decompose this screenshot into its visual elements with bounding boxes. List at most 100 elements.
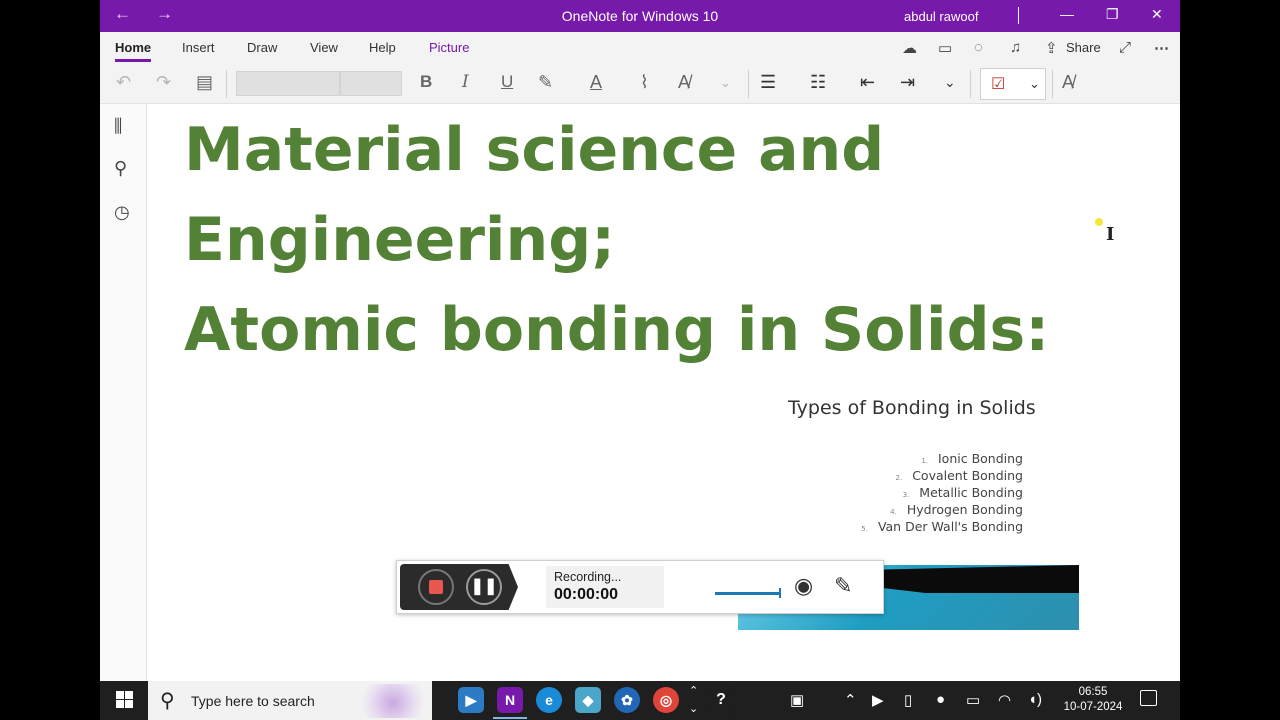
search-icon[interactable]: ⚲ bbox=[114, 158, 127, 179]
underline-icon[interactable]: U bbox=[501, 72, 513, 92]
more-chevron-icon[interactable]: ⌄ bbox=[944, 74, 956, 91]
recording-status-panel: Recording... 00:00:00 bbox=[546, 566, 664, 608]
search-placeholder: Type here to search bbox=[191, 693, 315, 709]
slide-list-item: 5. Van Der Wall's Bonding bbox=[861, 519, 1023, 534]
toolbar-divider bbox=[1052, 70, 1053, 98]
spell-check-icon[interactable]: A̸ bbox=[1062, 72, 1074, 93]
minimize-button[interactable]: — bbox=[1060, 6, 1074, 22]
slide-list-item: 1. Ionic Bonding bbox=[921, 451, 1023, 466]
slide-title: Types of Bonding in Solids bbox=[788, 397, 1036, 419]
clock-date: 10-07-2024 bbox=[1063, 701, 1123, 713]
notebooks-icon[interactable]: ⫼ bbox=[114, 116, 122, 137]
bell-icon[interactable]: ♫ bbox=[1010, 39, 1021, 56]
heading-line-2[interactable]: Engineering; bbox=[184, 205, 615, 275]
audio-level-slider[interactable] bbox=[715, 588, 781, 598]
taskbar-clock[interactable]: 06:55 10-07-2024 bbox=[1058, 685, 1128, 715]
taskbar: ⚲ Type here to search ▶ N e ◆ ✿ ◎ ⌃ ⌄ ? ▣… bbox=[100, 681, 1180, 720]
decrease-indent-icon[interactable]: ⇤ bbox=[860, 72, 875, 93]
wifi-icon[interactable]: ◠ bbox=[998, 691, 1011, 709]
heading-line-3[interactable]: Atomic bonding in Solids: bbox=[184, 295, 1049, 365]
navigation-rail: ⫼ ⚲ ◷ bbox=[100, 104, 147, 681]
pencil-icon[interactable]: ✎ bbox=[834, 573, 852, 599]
recording-status: Recording... bbox=[554, 570, 622, 584]
ribbon-tabs: Home Insert Draw View Help Picture ☁ ▭ ◌… bbox=[100, 32, 1180, 64]
font-color-icon[interactable]: A bbox=[590, 72, 602, 93]
font-family-select[interactable] bbox=[236, 71, 340, 96]
font-size-select[interactable] bbox=[340, 71, 402, 96]
share-icon[interactable]: ⇪ bbox=[1045, 39, 1058, 57]
search-highlight-image bbox=[358, 684, 428, 718]
recorder-controls: ❚❚ bbox=[400, 564, 518, 610]
notification-center-icon[interactable] bbox=[1140, 690, 1157, 706]
news-icon[interactable]: ▣ bbox=[790, 691, 804, 709]
more-options-icon[interactable]: ⋯ bbox=[1154, 39, 1169, 57]
screen-recorder-bar: ❚❚ Recording... 00:00:00 ◉ ✎ bbox=[396, 560, 884, 614]
close-button[interactable]: ✕ bbox=[1151, 6, 1163, 23]
onenote-app-icon[interactable]: N bbox=[493, 687, 527, 719]
tab-picture[interactable]: Picture bbox=[429, 40, 469, 55]
fullscreen-icon[interactable]: ⤢ bbox=[1119, 39, 1131, 56]
chrome-app-icon[interactable]: ◎ bbox=[653, 687, 679, 713]
notes-icon[interactable]: ▭ bbox=[938, 39, 952, 57]
redo-icon[interactable]: ↷ bbox=[156, 72, 171, 93]
restore-button[interactable]: ❐ bbox=[1106, 6, 1119, 23]
webcam-icon[interactable]: ◉ bbox=[794, 573, 813, 599]
taskbar-search-box[interactable]: ⚲ Type here to search bbox=[148, 681, 432, 720]
meet-tray-icon[interactable]: ▶ bbox=[872, 691, 884, 709]
onenote-window: ← → OneNote for Windows 10 abdul rawoof … bbox=[100, 0, 1180, 681]
toolbar-divider bbox=[970, 70, 971, 98]
clock-time: 06:55 bbox=[1078, 686, 1108, 698]
microphone-icon[interactable]: ● bbox=[936, 691, 945, 708]
chevron-down-icon: ⌄ bbox=[1029, 76, 1040, 91]
numbering-icon[interactable]: ☷ bbox=[810, 72, 826, 93]
help-app-icon[interactable]: ? bbox=[708, 687, 734, 713]
undo-icon[interactable]: ↶ bbox=[116, 72, 131, 93]
title-bar: ← → OneNote for Windows 10 abdul rawoof … bbox=[100, 0, 1180, 32]
bold-icon[interactable]: B bbox=[420, 72, 432, 92]
sync-icon[interactable]: ☁ bbox=[902, 39, 917, 57]
titlebar-divider bbox=[1018, 7, 1019, 24]
share-button[interactable]: Share bbox=[1066, 40, 1101, 55]
slide-list-item: 4. Hydrogen Bonding bbox=[890, 502, 1023, 517]
format-painter-icon[interactable]: ⌇ bbox=[640, 72, 649, 93]
device-icon[interactable]: ▯ bbox=[904, 691, 912, 709]
increase-indent-icon[interactable]: ⇥ bbox=[900, 72, 915, 93]
toolbar-divider bbox=[226, 70, 227, 98]
tab-draw[interactable]: Draw bbox=[247, 40, 277, 55]
clipboard-icon[interactable]: ▤ bbox=[196, 72, 213, 93]
recent-clock-icon[interactable]: ◷ bbox=[114, 202, 130, 223]
recording-timer: 00:00:00 bbox=[554, 586, 619, 603]
heading-line-1[interactable]: Material science and bbox=[184, 115, 884, 185]
meet-app-icon[interactable]: ▶ bbox=[458, 687, 484, 713]
clear-formatting-icon[interactable]: A̸ bbox=[678, 72, 690, 93]
tab-insert[interactable]: Insert bbox=[182, 40, 215, 55]
italic-icon[interactable]: I bbox=[462, 72, 469, 92]
tab-view[interactable]: View bbox=[310, 40, 338, 55]
text-cursor-icon: I bbox=[1106, 224, 1115, 245]
chevron-down-icon[interactable]: ⌄ bbox=[720, 75, 731, 91]
windows-start-button[interactable] bbox=[116, 691, 133, 708]
highlight-icon[interactable]: ✎ bbox=[538, 72, 553, 93]
tag-select[interactable]: ☑ ⌄ bbox=[980, 68, 1046, 100]
slide-list-item: 2. Covalent Bonding bbox=[895, 468, 1024, 483]
tab-help[interactable]: Help bbox=[369, 40, 396, 55]
taskbar-scroll-arrows[interactable]: ⌃ ⌄ bbox=[689, 682, 698, 718]
tab-home[interactable]: Home bbox=[115, 40, 152, 62]
volume-icon[interactable]: ◖) bbox=[1028, 691, 1042, 708]
checkbox-tag-icon: ☑ bbox=[991, 76, 1006, 93]
search-icon: ⚲ bbox=[160, 690, 175, 712]
user-name[interactable]: abdul rawoof bbox=[904, 9, 978, 24]
stop-recording-button[interactable] bbox=[418, 569, 454, 605]
bullets-icon[interactable]: ☰ bbox=[760, 72, 776, 93]
pause-recording-button[interactable]: ❚❚ bbox=[466, 569, 502, 605]
cursor-highlight bbox=[1095, 218, 1103, 226]
ribbon-toolbar: ↶ ↷ ▤ B I U ✎ A ⌇ A̸ ⌄ ☰ ☷ ⇤ ⇥ ⌄ ☑ ⌄ A̸ bbox=[100, 64, 1180, 104]
toolbar-divider bbox=[748, 70, 749, 98]
battery-icon[interactable]: ▭ bbox=[966, 691, 980, 709]
recorder-app-icon[interactable]: ✿ bbox=[614, 687, 640, 713]
slide-list-item: 3. Metallic Bonding bbox=[902, 485, 1023, 500]
lightbulb-icon[interactable]: ◌ bbox=[974, 39, 983, 56]
file-app-icon[interactable]: ◆ bbox=[575, 687, 601, 713]
show-hidden-icons-icon[interactable]: ⌃ bbox=[844, 691, 857, 709]
edge-app-icon[interactable]: e bbox=[536, 687, 562, 713]
